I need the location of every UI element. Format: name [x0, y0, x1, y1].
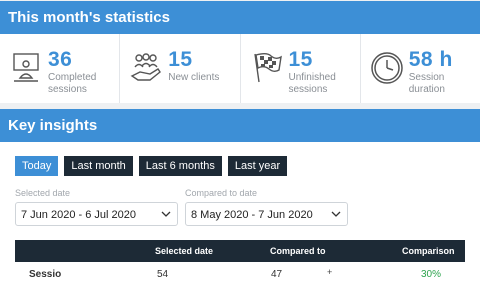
stat-value: 15 — [288, 48, 313, 71]
row-selected-value: 54 — [157, 269, 169, 280]
stat-completed-sessions: 36 Completed sessions — [0, 34, 121, 103]
stat-value: 15 — [168, 48, 193, 71]
stats-header: This month's statistics — [0, 1, 480, 34]
tab-last-month[interactable]: Last month — [64, 156, 133, 176]
stat-new-clients: 15 New clients — [120, 34, 241, 103]
insights-panel: Today Last month Last 6 months Last year… — [0, 142, 480, 282]
table-row: Sessio 54 47 + 30% — [15, 262, 465, 282]
checkered-flag-icon — [253, 53, 282, 83]
clients-hand-icon — [130, 53, 162, 81]
stats-panel: 36 Completed sessions 15 New clients 15 … — [0, 34, 480, 103]
stat-label: Completed sessions — [48, 72, 97, 95]
tab-last-6-months[interactable]: Last 6 months — [138, 156, 222, 176]
period-tabs: Today Last month Last 6 months Last year — [15, 156, 293, 176]
compared-date-select[interactable]: 8 May 2020 - 7 Jun 2020 — [185, 202, 348, 226]
stat-label: New clients — [168, 72, 220, 83]
chevron-down-icon — [161, 211, 171, 217]
tab-last-year[interactable]: Last year — [227, 156, 288, 176]
plus-icon: + — [327, 267, 333, 277]
row-comparison-value: 30% — [421, 269, 442, 280]
presentation-icon — [13, 53, 39, 82]
stat-label: Unfinished sessions — [288, 72, 336, 95]
tab-today[interactable]: Today — [15, 156, 59, 176]
selected-date-select[interactable]: 7 Jun 2020 - 6 Jul 2020 — [15, 202, 178, 226]
insights-table-header: Selected date Compared to Comparison — [15, 240, 465, 262]
insights-title: Key insights — [8, 117, 98, 134]
selected-date-value: 7 Jun 2020 - 6 Jul 2020 — [21, 209, 136, 221]
stat-label: Session duration — [408, 72, 445, 95]
column-compared-to: Compared to — [270, 246, 326, 256]
stat-unfinished-sessions: 15 Unfinished sessions — [241, 34, 361, 103]
compared-date-value: 8 May 2020 - 7 Jun 2020 — [191, 209, 313, 221]
row-compared-value: 47 — [271, 269, 283, 280]
chevron-down-icon — [331, 211, 341, 217]
stat-value: 36 — [48, 48, 73, 71]
column-selected-date: Selected date — [155, 246, 214, 256]
column-comparison: Comparison — [402, 246, 455, 256]
clock-icon — [371, 52, 403, 84]
row-metric: Sessio — [29, 269, 62, 280]
selected-date-label: Selected date — [15, 188, 71, 198]
insights-header: Key insights — [0, 109, 480, 142]
stat-session-duration: 58 h Session duration — [361, 34, 480, 103]
stat-value: 58 h — [408, 48, 453, 71]
stats-title: This month's statistics — [8, 9, 170, 26]
compared-date-label: Compared to date — [185, 188, 258, 198]
